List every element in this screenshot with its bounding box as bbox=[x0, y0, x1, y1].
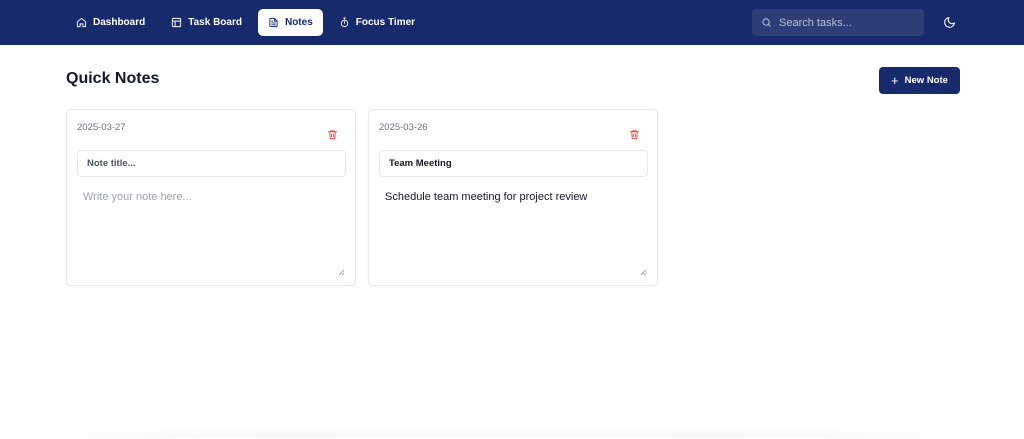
top-navbar: Dashboard Task Board Notes Focus Timer bbox=[0, 0, 1024, 45]
trash-icon bbox=[327, 130, 338, 140]
plus-icon: + bbox=[891, 73, 899, 88]
nav-item-label: Focus Timer bbox=[355, 17, 416, 28]
search-box[interactable] bbox=[752, 9, 924, 36]
timer-icon bbox=[340, 17, 348, 28]
nav-item-label: Dashboard bbox=[93, 17, 146, 28]
note-date: 2025-03-27 bbox=[77, 122, 126, 133]
nav-item-dashboard[interactable]: Dashboard bbox=[66, 9, 155, 36]
note-body-textarea[interactable]: Schedule team meeting for project review bbox=[379, 184, 648, 272]
nav-right bbox=[752, 0, 958, 45]
nav-item-task-board[interactable]: Task Board bbox=[161, 9, 252, 36]
new-note-label: New Note bbox=[904, 75, 948, 86]
nav-item-label: Task Board bbox=[188, 17, 242, 28]
resize-handle-icon[interactable] bbox=[640, 263, 647, 276]
theme-toggle-button[interactable] bbox=[942, 16, 956, 30]
file-text-icon bbox=[269, 17, 278, 28]
nav-item-focus-timer[interactable]: Focus Timer bbox=[329, 9, 425, 36]
nav-links: Dashboard Task Board Notes Focus Timer bbox=[66, 9, 425, 36]
search-input[interactable] bbox=[779, 16, 909, 29]
note-body-textarea[interactable] bbox=[77, 184, 346, 272]
moon-icon bbox=[943, 17, 955, 28]
nav-item-notes[interactable]: Notes bbox=[257, 9, 323, 36]
note-card: 2025-03-27 bbox=[66, 109, 356, 286]
trash-icon bbox=[629, 130, 640, 140]
note-title-input[interactable] bbox=[77, 150, 346, 177]
resize-handle-icon[interactable] bbox=[338, 263, 345, 276]
home-icon bbox=[76, 17, 87, 28]
new-note-button[interactable]: + New Note bbox=[879, 67, 960, 94]
note-date: 2025-03-26 bbox=[379, 122, 428, 133]
note-card: 2025-03-26 Schedule team meeting for pro… bbox=[368, 109, 658, 286]
layout-icon bbox=[172, 17, 182, 28]
note-title-input[interactable] bbox=[379, 150, 648, 177]
nav-item-label: Notes bbox=[284, 17, 313, 28]
delete-note-button[interactable] bbox=[629, 127, 640, 140]
delete-note-button[interactable] bbox=[327, 127, 338, 140]
search-icon bbox=[762, 18, 771, 27]
page-title: Quick Notes bbox=[66, 70, 160, 87]
